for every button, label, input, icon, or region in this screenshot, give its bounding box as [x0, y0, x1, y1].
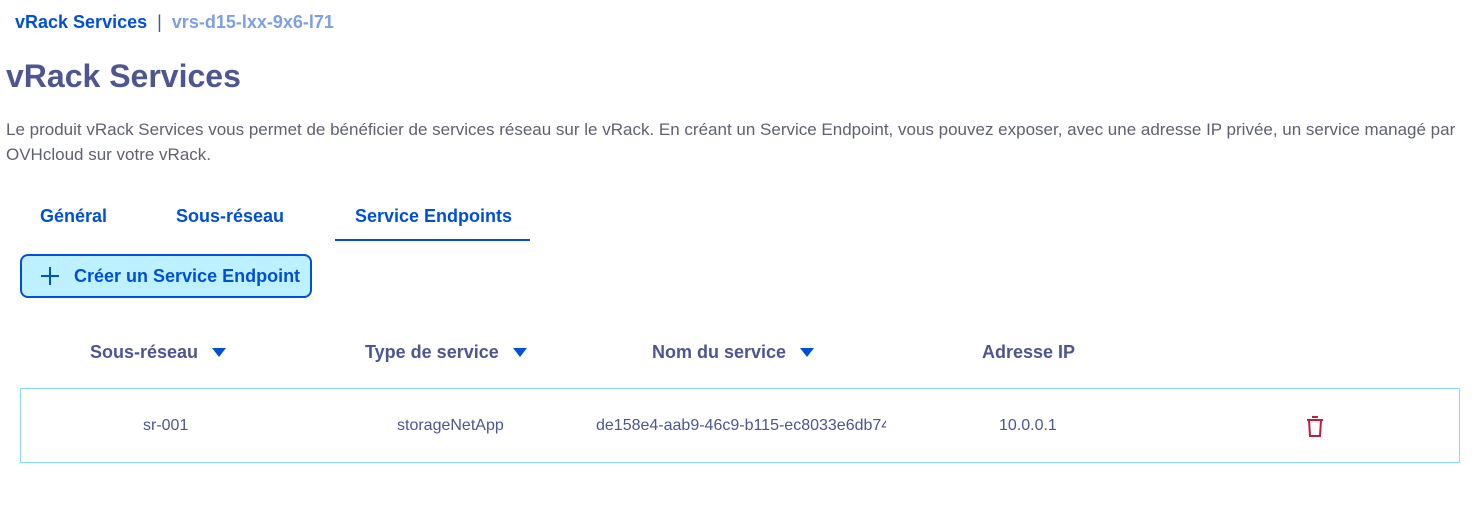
column-header-ip-address: Adresse IP [982, 339, 1075, 365]
tab-general[interactable]: Général [20, 194, 127, 241]
vrack-services-page: vRack Services | vrs-d15-lxx-9x6-l71 vRa… [0, 0, 1482, 517]
table-row: sr-001 storageNetApp de158e4-aab9-46c9-b… [20, 388, 1460, 463]
column-header-ip-address-label: Adresse IP [982, 341, 1076, 362]
breadcrumb-separator: | [157, 12, 162, 32]
column-header-service-type[interactable]: Type de service [365, 339, 527, 365]
column-header-subnet[interactable]: Sous-réseau [90, 339, 227, 365]
cell-ip-address: 10.0.0.1 [999, 416, 1057, 434]
column-header-service-name[interactable]: Nom du service [652, 339, 815, 365]
page-description: Le produit vRack Services vous permet de… [6, 120, 1456, 164]
plus-icon [41, 267, 59, 285]
sort-down-icon [212, 347, 227, 357]
sort-down-icon [512, 347, 527, 357]
breadcrumb: vRack Services | vrs-d15-lxx-9x6-l71 [15, 12, 334, 33]
cell-service-name: de158e4-aab9-46c9-b115-ec8033e6db74 [596, 416, 886, 434]
tab-subnets[interactable]: Sous-réseau [156, 194, 306, 241]
page-title: vRack Services [6, 58, 241, 94]
cell-subnet: sr-001 [143, 416, 189, 434]
tab-service-endpoints[interactable]: Service Endpoints [335, 194, 530, 241]
column-header-service-name-label: Nom du service [652, 341, 787, 362]
column-header-subnet-label: Sous-réseau [90, 341, 199, 362]
column-header-service-type-label: Type de service [365, 341, 499, 362]
breadcrumb-current: vrs-d15-lxx-9x6-l71 [171, 12, 334, 32]
cell-service-type: storageNetApp [397, 416, 504, 434]
sort-down-icon [800, 347, 815, 357]
create-service-endpoint-button[interactable]: Créer un Service Endpoint [20, 254, 312, 298]
breadcrumb-root-link[interactable]: vRack Services [15, 12, 147, 33]
create-service-endpoint-label: Créer un Service Endpoint [74, 265, 301, 286]
delete-endpoint-button[interactable] [1304, 416, 1326, 438]
tab-bar: Général Sous-réseau Service Endpoints [20, 194, 530, 241]
trash-icon [1307, 416, 1323, 437]
